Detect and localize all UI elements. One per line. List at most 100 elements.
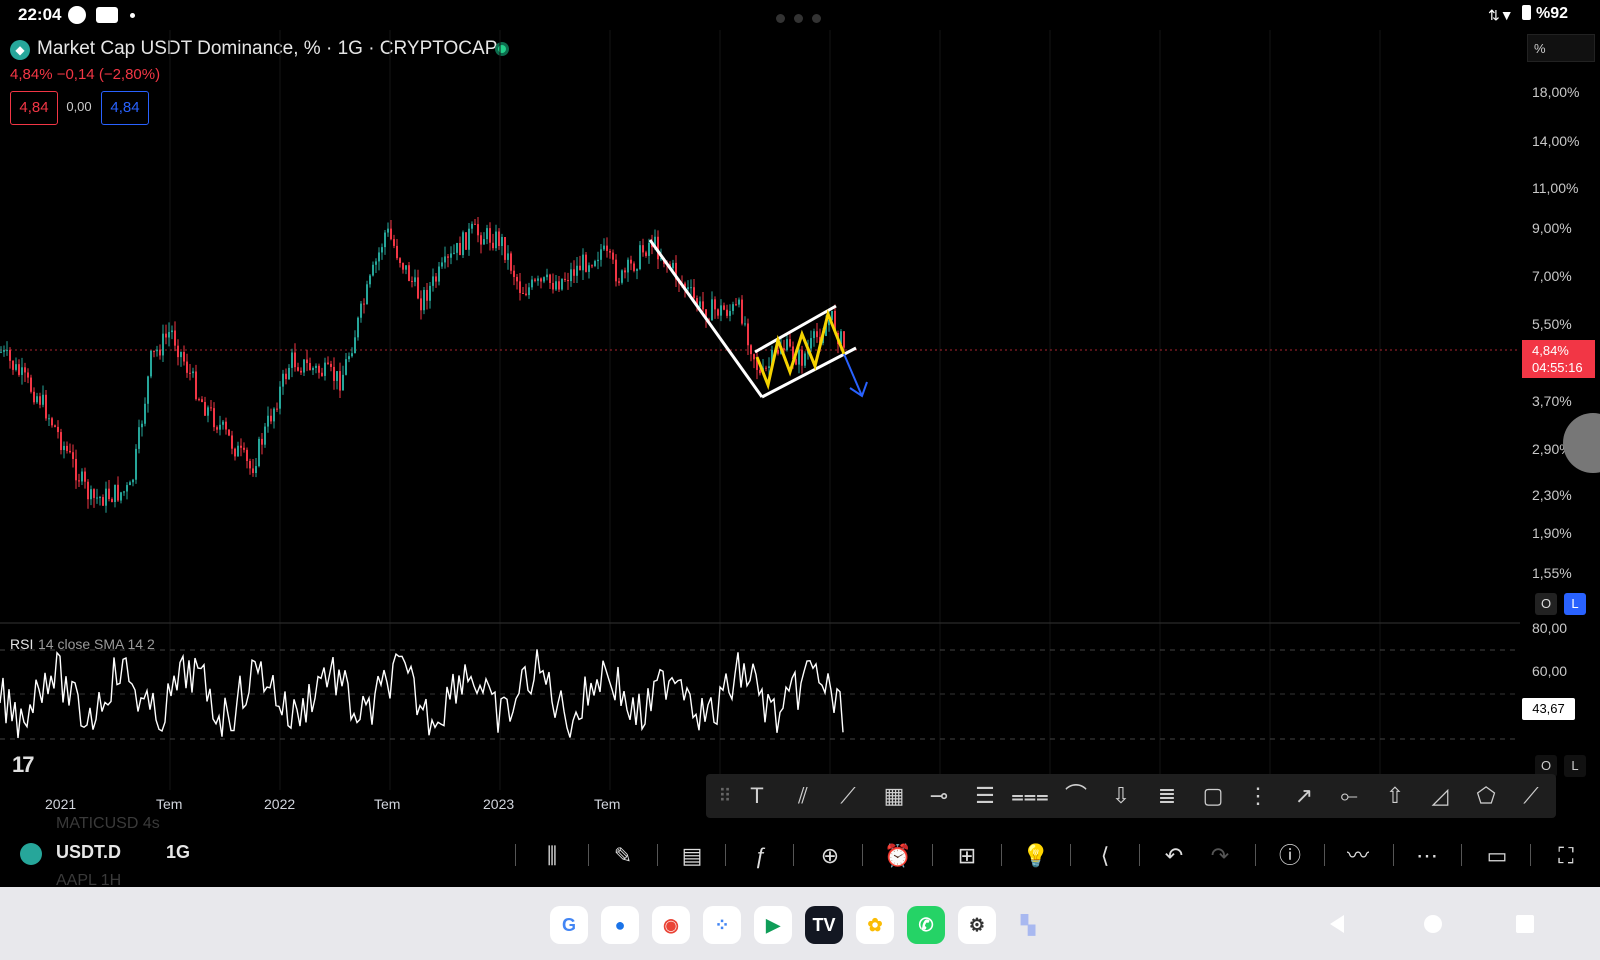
fullscreen-icon[interactable]: ⛶	[1546, 836, 1586, 876]
candle-body	[9, 349, 11, 361]
triangle-pattern-icon[interactable]: ◿	[1421, 777, 1459, 815]
candle-body	[45, 394, 47, 419]
xabcd-pattern-icon[interactable]: ⬠	[1467, 777, 1505, 815]
candle-body	[270, 415, 272, 422]
indicators-icon[interactable]: ƒ	[740, 836, 780, 876]
curve-tool-icon[interactable]: ⌒	[1057, 777, 1095, 815]
divider	[1530, 844, 1531, 866]
layout-grid-icon[interactable]: ⊞	[947, 836, 987, 876]
rectangle-icon[interactable]: ▢	[1194, 777, 1232, 815]
candle-body	[453, 252, 455, 254]
candle-body	[48, 418, 50, 420]
scale-mode-button[interactable]: %	[1527, 34, 1595, 62]
candle-body	[354, 337, 356, 354]
candle-body	[195, 371, 197, 400]
candle-body	[606, 245, 608, 251]
ideas-bulb-icon[interactable]: 💡	[1016, 836, 1056, 876]
candle-body	[558, 281, 560, 290]
settings-app-icon[interactable]: ⚙	[958, 906, 996, 944]
tradingview-app-icon[interactable]: TV	[805, 906, 843, 944]
candle-body	[315, 365, 317, 368]
candle-body	[603, 245, 605, 250]
ruler-line-icon[interactable]: ⟋	[1512, 777, 1550, 815]
candle-body	[702, 301, 704, 310]
candle-body	[810, 338, 812, 349]
app-drawer-icon[interactable]: ▚	[1009, 906, 1047, 944]
messages-app-icon[interactable]: ●	[601, 906, 639, 944]
arrow-down-icon[interactable]: ⇩	[1102, 777, 1140, 815]
arrow-marker-icon[interactable]: ↗	[1285, 777, 1323, 815]
divider	[515, 844, 516, 866]
assistant-app-icon[interactable]: ⁘	[703, 906, 741, 944]
candle-body	[843, 331, 845, 348]
fib-grid-icon[interactable]: ▦	[875, 777, 913, 815]
candle-body	[21, 367, 23, 375]
current-price: 4,84%	[1532, 343, 1569, 358]
templates-icon[interactable]: ▤	[672, 836, 712, 876]
scale-log-button[interactable]: L	[1564, 593, 1586, 615]
candle-body	[546, 274, 548, 278]
add-icon[interactable]: ⊕	[810, 836, 850, 876]
edit-pencil-icon[interactable]	[1563, 413, 1600, 473]
candle-body	[783, 348, 785, 351]
undo-icon[interactable]: ↶	[1154, 836, 1194, 876]
price-chart[interactable]	[0, 0, 1520, 820]
share-icon[interactable]: ⟨	[1085, 836, 1125, 876]
play-store-app-icon[interactable]: ▶	[754, 906, 792, 944]
candle-body	[54, 425, 56, 427]
window-icon[interactable]: ▭	[1477, 836, 1517, 876]
candle-body	[738, 299, 740, 305]
candle-body	[459, 242, 461, 256]
symbol-selector[interactable]: USDT.D	[56, 842, 121, 863]
candle-body	[531, 279, 533, 288]
redo-icon[interactable]: ↷	[1200, 836, 1240, 876]
candle-body	[600, 249, 602, 260]
home-icon[interactable]	[1424, 915, 1442, 933]
pitchfork-icon[interactable]: ☰	[966, 777, 1004, 815]
whatsapp-app-icon[interactable]: ✆	[907, 906, 945, 944]
candle-body	[189, 372, 191, 374]
price-label: 11,00%	[1532, 180, 1579, 196]
drawing-tools-icon[interactable]: ✎	[603, 836, 643, 876]
chrome-app-icon[interactable]: ◉	[652, 906, 690, 944]
android-dock	[0, 887, 1600, 960]
alert-clock-icon[interactable]: ⏰	[878, 836, 918, 876]
candle-body	[63, 445, 65, 451]
candle-body	[330, 363, 332, 367]
chart-type-icon[interactable]: ⫼	[532, 836, 572, 876]
fib-channel-icon[interactable]: ≣	[1148, 777, 1186, 815]
back-icon[interactable]	[1330, 915, 1344, 933]
horizontal-line-icon[interactable]: ⟜	[1330, 777, 1368, 815]
candle-body	[159, 349, 161, 356]
candle-body	[36, 396, 38, 403]
info-icon[interactable]: ⓘ	[1270, 836, 1310, 876]
google-app-icon[interactable]: G	[550, 906, 588, 944]
rsi-scale-log-button[interactable]: L	[1564, 755, 1586, 777]
interval-selector[interactable]: 1G	[166, 842, 190, 863]
photos-app-icon[interactable]: ✿	[856, 906, 894, 944]
gann-box-icon[interactable]: ⋮	[1239, 777, 1277, 815]
scale-auto-button[interactable]: O	[1535, 593, 1557, 615]
fib-fan-icon[interactable]: ⩶	[1011, 777, 1049, 815]
candle-body	[0, 351, 2, 353]
candle-body	[567, 280, 569, 282]
watchlist-prev-symbol[interactable]: MATICUSD 4s	[56, 815, 160, 833]
horizontal-ray-icon[interactable]: ⊸	[920, 777, 958, 815]
rsi-title[interactable]: RSI	[10, 636, 33, 652]
price-label: 18,00%	[1532, 84, 1580, 100]
trend-line-icon[interactable]: ⟋	[829, 777, 867, 815]
candle-body	[579, 265, 581, 271]
price-label: 9,00%	[1532, 220, 1572, 236]
arrow-up-icon[interactable]: ⇧	[1376, 777, 1414, 815]
candle-body	[174, 330, 176, 346]
rsi-axis-label: 80,00	[1532, 620, 1568, 636]
candle-body	[297, 367, 299, 371]
battery-indicator: %92	[1521, 5, 1568, 23]
parallel-channel-icon[interactable]: ⫽	[784, 777, 822, 815]
more-menu-icon[interactable]: ⋯	[1407, 836, 1447, 876]
recents-icon[interactable]	[1516, 915, 1534, 933]
text-tool-icon[interactable]: T	[738, 777, 776, 815]
candle-body	[405, 265, 407, 270]
compare-icon[interactable]: 〰	[1338, 836, 1378, 876]
candle-body	[18, 364, 20, 375]
